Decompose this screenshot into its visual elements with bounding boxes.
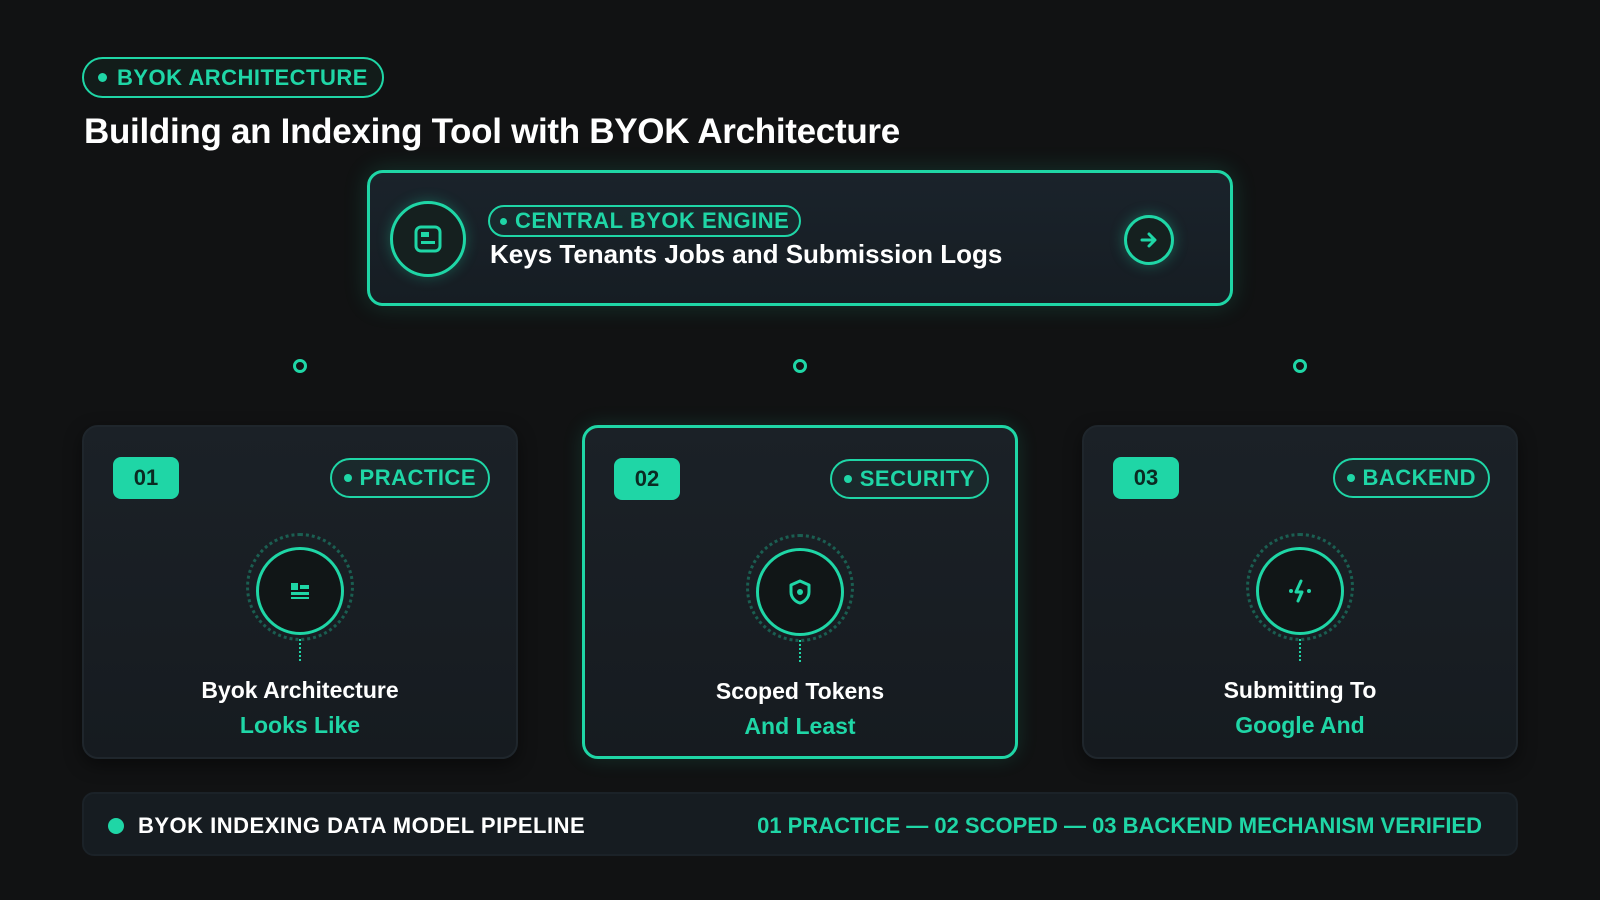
card-title: Submitting To [1223, 677, 1377, 703]
card-tag-label: SECURITY [859, 466, 975, 491]
connector-node-1 [293, 359, 307, 373]
icon-stem [799, 640, 801, 662]
card-tag-label: BACKEND [1362, 465, 1476, 490]
icon-stem [1299, 639, 1301, 661]
tag-dot [343, 474, 352, 482]
engine-badge-label: CENTRAL BYOK ENGINE [515, 208, 790, 233]
process-icon [1256, 547, 1344, 635]
engine-title: Keys Tenants Jobs and Submission Logs [490, 239, 1003, 269]
database-icon [390, 201, 466, 277]
connector-node-3 [1293, 359, 1307, 373]
card-backend[interactable]: 03 BACKEND Submitting To Google And [1082, 425, 1518, 759]
connector-node-2 [793, 359, 807, 373]
card-tag-label: PRACTICE [359, 465, 476, 490]
card-number: 01 [113, 457, 179, 499]
shield-icon [756, 548, 844, 636]
card-subtitle: Looks Like [239, 712, 361, 738]
status-dot [108, 818, 124, 834]
tag-dot [843, 475, 852, 483]
card-tag: BACKEND [1332, 458, 1490, 498]
diagram-canvas: BYOK ARCHITECTURE Building an Indexing T… [0, 0, 1600, 900]
tag-dot [1346, 474, 1355, 482]
pipeline-footer: BYOK INDEXING DATA MODEL PIPELINE 01 PRA… [82, 792, 1518, 856]
card-security[interactable]: 02 SECURITY Scoped Tokens And Least [582, 425, 1018, 759]
card-practice[interactable]: 01 PRACTICE Byok Architecture Looks Like [82, 425, 518, 759]
card-title: Scoped Tokens [715, 678, 885, 704]
card-title: Byok Architecture [201, 677, 399, 703]
card-number: 03 [1113, 457, 1179, 499]
icon-stem [299, 639, 301, 661]
engine-badge: CENTRAL BYOK ENGINE [488, 205, 802, 237]
card-number: 02 [614, 458, 680, 500]
card-tag: PRACTICE [329, 458, 490, 498]
footer-label: BYOK INDEXING DATA MODEL PIPELINE [138, 813, 586, 838]
card-subtitle: Google And [1235, 712, 1365, 738]
central-engine-card[interactable]: CENTRAL BYOK ENGINE Keys Tenants Jobs an… [367, 170, 1233, 306]
card-tag: SECURITY [829, 459, 989, 499]
card-subtitle: And Least [744, 713, 856, 739]
arrow-right-icon[interactable] [1124, 215, 1174, 265]
footer-steps: 01 PRACTICE — 02 SCOPED — 03 BACKEND MEC… [757, 813, 1482, 838]
layers-icon [256, 547, 344, 635]
badge-dot [500, 217, 507, 225]
